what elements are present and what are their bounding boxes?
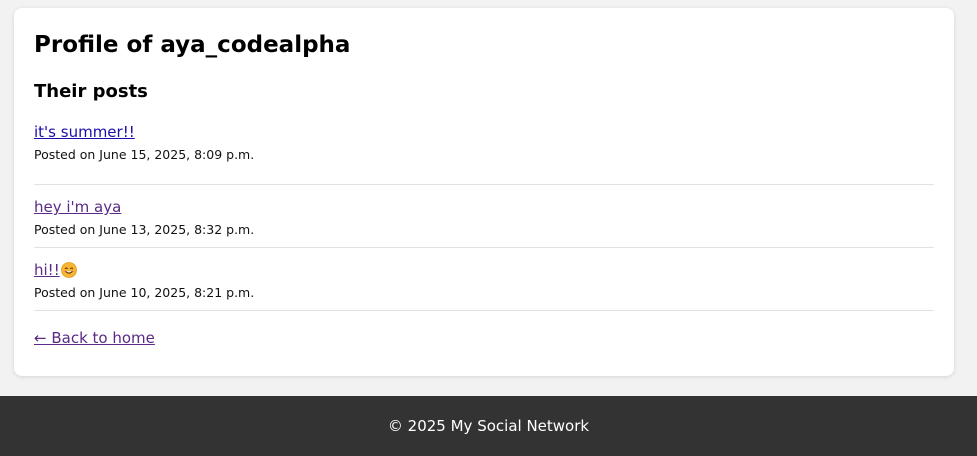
post-date: Posted on June 13, 2025, 8:32 p.m. — [34, 222, 255, 237]
footer: © 2025 My Social Network — [0, 396, 977, 456]
post-link[interactable]: it's summer!! — [34, 122, 135, 142]
list-item: it's summer!! Posted on June 15, 2025, 8… — [34, 122, 934, 185]
post-date: Posted on June 10, 2025, 8:21 p.m. — [34, 285, 255, 300]
profile-card: Profile of aya_codealpha Their posts it'… — [14, 8, 954, 376]
post-date: Posted on June 15, 2025, 8:09 p.m. — [34, 147, 255, 162]
back-to-home-link[interactable]: ← Back to home — [34, 328, 155, 348]
page-title: Profile of aya_codealpha — [34, 32, 351, 58]
footer-text: © 2025 My Social Network — [387, 417, 590, 435]
post-link[interactable]: hey i'm aya — [34, 197, 121, 217]
post-link-label: hi!! — [34, 261, 60, 279]
list-item: hey i'm aya Posted on June 13, 2025, 8:3… — [34, 185, 934, 248]
post-list: it's summer!! Posted on June 15, 2025, 8… — [34, 122, 934, 311]
posts-heading: Their posts — [34, 81, 148, 102]
smiling-face-icon — [60, 262, 77, 278]
list-item: hi!! Posted on June 10, 2025, 8:21 p.m. — [34, 248, 934, 311]
post-link[interactable]: hi!! — [34, 260, 77, 280]
